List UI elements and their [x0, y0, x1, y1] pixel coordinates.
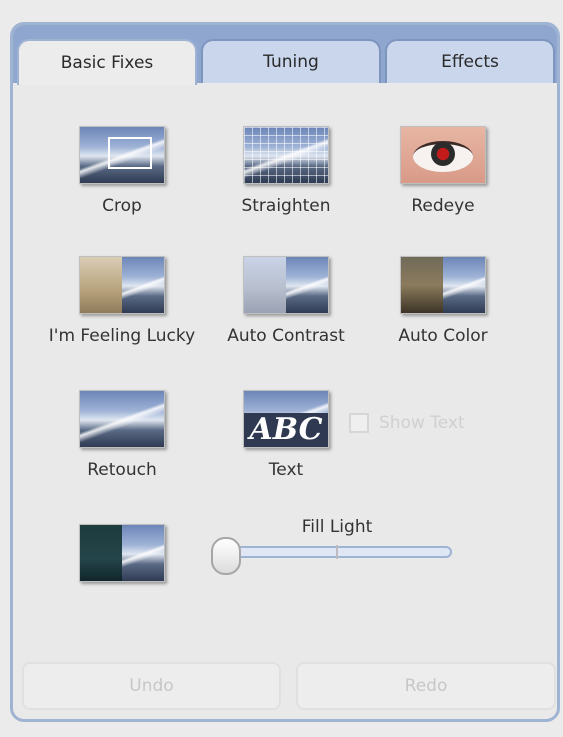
- redo-button[interactable]: Redo: [296, 662, 556, 710]
- show-text-checkbox[interactable]: [349, 413, 369, 433]
- feeling-lucky-thumbnail: [79, 256, 165, 314]
- feeling-lucky-tool[interactable]: I'm Feeling Lucky: [32, 256, 212, 346]
- fill-light-label: Fill Light: [301, 517, 373, 537]
- fill-light-tool[interactable]: [32, 524, 212, 582]
- after-half: [122, 525, 164, 581]
- crop-tool[interactable]: Crop: [32, 126, 212, 216]
- straighten-label: Straighten: [241, 196, 331, 216]
- straighten-thumbnail: [243, 126, 329, 184]
- retouch-label: Retouch: [87, 460, 157, 480]
- auto-contrast-tool[interactable]: Auto Contrast: [196, 256, 376, 346]
- before-half: [244, 257, 286, 313]
- text-thumbnail: ABC: [243, 390, 329, 448]
- text-thumb-sample: ABC: [244, 413, 328, 447]
- auto-contrast-thumbnail: [243, 256, 329, 314]
- text-label: Text: [268, 460, 304, 480]
- redeye-label: Redeye: [411, 196, 475, 216]
- feeling-lucky-label: I'm Feeling Lucky: [48, 326, 196, 346]
- tab-basic-fixes[interactable]: Basic Fixes: [17, 39, 197, 85]
- after-half: [443, 257, 485, 313]
- show-text-label: Show Text: [379, 413, 465, 433]
- crop-frame-icon: [108, 137, 152, 169]
- retouch-thumbnail: [79, 390, 165, 448]
- auto-color-label: Auto Color: [398, 326, 488, 346]
- straighten-tool[interactable]: Straighten: [196, 126, 376, 216]
- slider-tick: [336, 545, 338, 559]
- show-text-option: Show Text: [349, 413, 465, 433]
- auto-color-tool[interactable]: Auto Color: [353, 256, 533, 346]
- fill-light-slider-track[interactable]: [222, 545, 452, 559]
- crop-label: Crop: [102, 196, 142, 216]
- before-half: [80, 257, 122, 313]
- undo-button[interactable]: Undo: [22, 662, 281, 710]
- auto-contrast-label: Auto Contrast: [227, 326, 345, 346]
- red-pupil-icon: [431, 142, 455, 166]
- redeye-tool[interactable]: Redeye: [353, 126, 533, 216]
- before-half: [80, 525, 122, 581]
- text-tool[interactable]: ABC Text: [196, 390, 376, 480]
- tab-tuning[interactable]: Tuning: [201, 39, 381, 83]
- grid-overlay-icon: [244, 127, 328, 183]
- after-half: [122, 257, 164, 313]
- retouch-tool[interactable]: Retouch: [32, 390, 212, 480]
- tab-effects[interactable]: Effects: [385, 39, 555, 83]
- fill-light-thumbnail: [79, 524, 165, 582]
- redeye-thumbnail: [400, 126, 486, 184]
- fill-light-slider-handle[interactable]: [211, 537, 241, 575]
- after-half: [286, 257, 328, 313]
- tab-strip: Basic Fixes Tuning Effects: [13, 25, 557, 85]
- auto-color-thumbnail: [400, 256, 486, 314]
- crop-thumbnail: [79, 126, 165, 184]
- before-half: [401, 257, 443, 313]
